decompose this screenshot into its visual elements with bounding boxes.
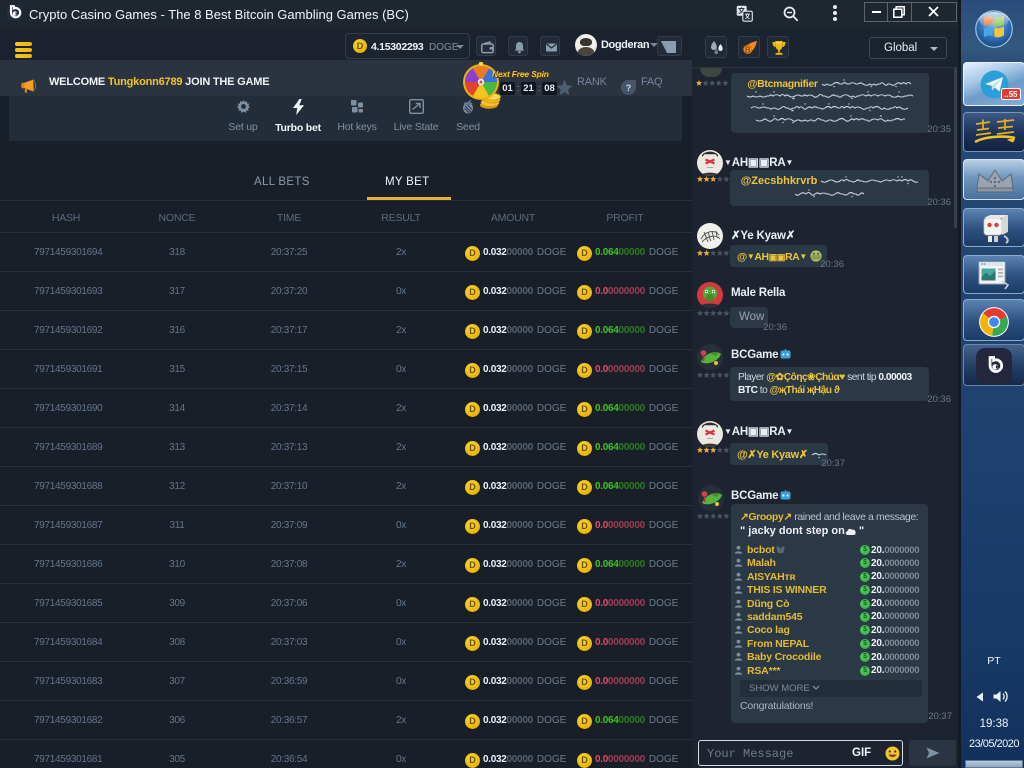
svg-text:?: ? [626,83,632,93]
svg-text:B: B [745,45,751,54]
